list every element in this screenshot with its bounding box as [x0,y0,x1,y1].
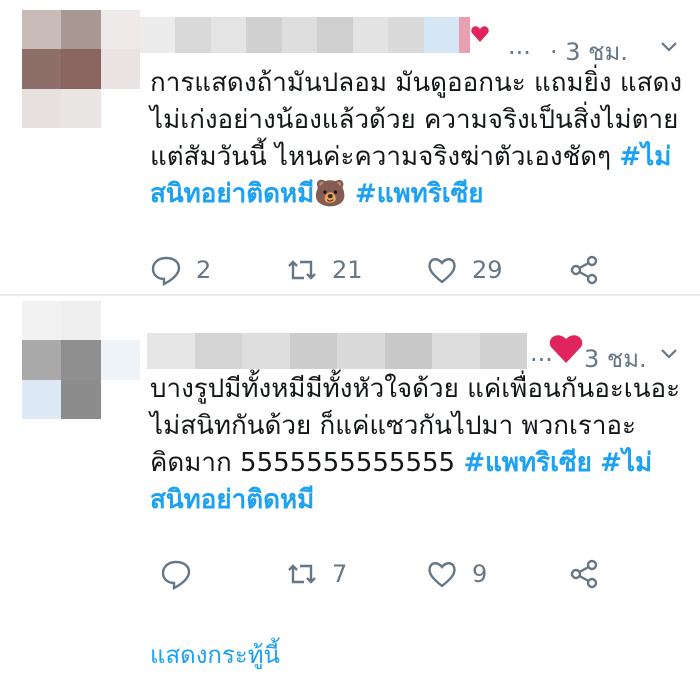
share-icon [570,559,598,589]
like-button[interactable]: 29 [426,250,503,290]
tweet-actions: 7 9 [150,554,620,594]
heart-icon [548,331,584,369]
tweet-actions: 2 21 29 [150,250,620,290]
heart-outline-icon [428,562,456,588]
chevron-down-icon[interactable] [660,38,678,56]
like-count: 29 [472,256,503,284]
hashtag-link[interactable]: #แพทริเซีย [355,179,484,209]
reply-icon [151,256,181,286]
share-button[interactable] [568,554,600,594]
retweet-button[interactable]: 21 [286,250,363,290]
tweet-text: บางรูปมีทั้งหมีมีทั้งหัวใจด้วย แค่เพื่อน… [150,371,690,519]
show-thread-link[interactable]: แสดงกระทู้นี้ [150,635,280,674]
share-button[interactable] [568,250,600,290]
reply-count: 2 [196,256,212,284]
heart-icon [470,24,490,48]
tweet-text: การแสดงถ้ามันปลอม มันดูออกนะ แถมยิ่ง แสด… [150,65,690,213]
tweet-divider [0,294,700,296]
retweet-button[interactable]: 7 [286,554,347,594]
user-name-blurred[interactable] [147,333,527,369]
chevron-down-icon[interactable] [660,345,678,363]
avatar[interactable] [22,10,140,128]
more-indicator: ... [508,32,531,60]
retweet-icon [288,260,316,280]
user-name-blurred[interactable] [140,17,470,53]
bear-emoji-icon: 🐻 [314,179,347,209]
hashtag-link[interactable]: #แพทริเซีย [463,448,592,478]
retweet-count: 7 [332,560,348,588]
tweet-text-plain: การแสดงถ้ามันปลอม มันดูออกนะ แถมยิ่ง แสด… [150,68,683,172]
retweet-count: 21 [332,256,363,284]
reply-button[interactable]: 2 [150,250,211,290]
avatar[interactable] [22,301,140,419]
retweet-icon [288,564,316,584]
like-button[interactable]: 9 [426,554,487,594]
like-count: 9 [472,560,488,588]
reply-button[interactable] [160,554,206,594]
tweet-1[interactable]: ... · 3 ชม. การแสดงถ้ามันปลอม มันดูออกนะ… [0,0,700,295]
reply-icon [161,560,191,590]
heart-outline-icon [428,258,456,284]
share-icon [570,255,598,285]
tweet-2[interactable]: ... 3 ชม. บางรูปมีทั้งหมีมีทั้งหัวใจด้วย… [0,297,700,690]
